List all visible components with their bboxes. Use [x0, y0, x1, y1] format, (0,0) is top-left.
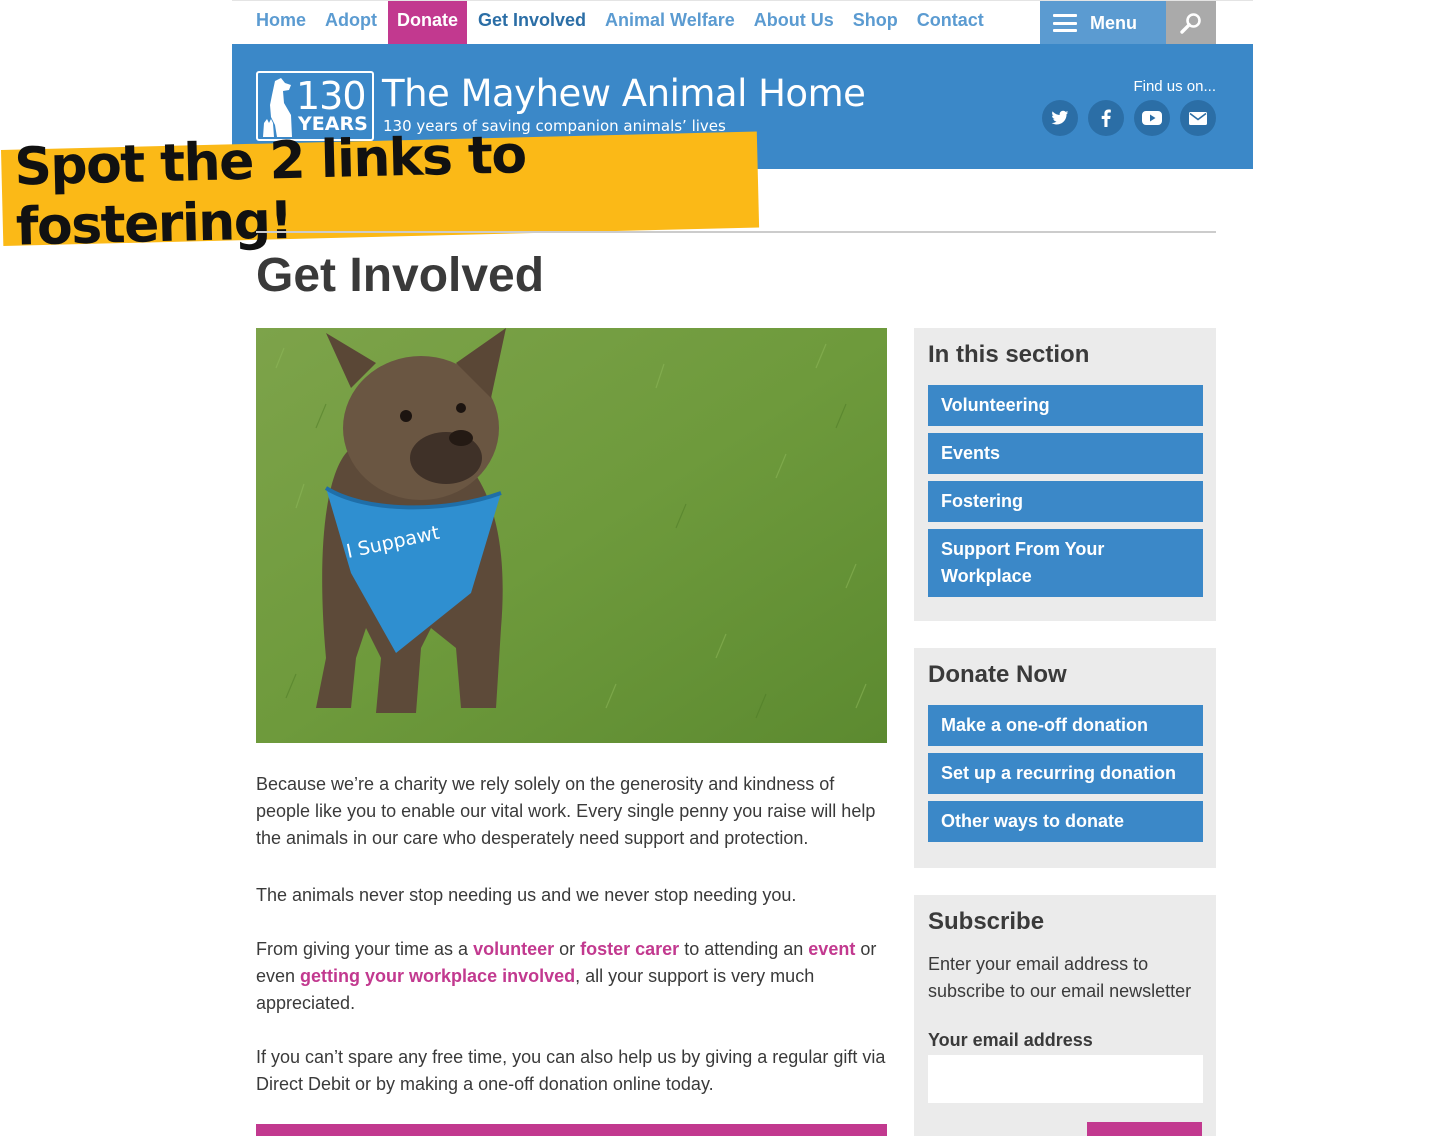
twitter-link[interactable]: [1042, 100, 1078, 136]
ways-text-3: to attending an: [679, 939, 809, 959]
page-title: Get Involved: [256, 249, 545, 302]
workplace-link[interactable]: getting your workplace involved: [300, 966, 575, 986]
email-link[interactable]: [1180, 100, 1216, 136]
facebook-icon: [1101, 109, 1111, 127]
twitter-icon: [1051, 110, 1069, 125]
ways-text-1: From giving your time as a: [256, 939, 474, 959]
search-icon: [1180, 13, 1201, 34]
donate-panel-title: Donate Now: [928, 661, 1067, 688]
section-nav-panel: In this section Volunteering Events Fost…: [914, 328, 1216, 621]
recurring-donation-link[interactable]: Set up a recurring donation: [928, 753, 1203, 794]
menu-button[interactable]: Menu: [1040, 1, 1166, 45]
find-us-label: Find us on...: [1133, 78, 1216, 95]
sidebar-item-workplace[interactable]: Support From Your Workplace: [928, 529, 1203, 597]
nav-donate[interactable]: Donate: [388, 1, 468, 45]
email-label: Your email address: [928, 1030, 1093, 1050]
callout-banner: Spot the 2 links to fostering!: [1, 125, 760, 258]
volunteer-link[interactable]: volunteer: [473, 939, 554, 959]
youtube-link[interactable]: [1134, 100, 1170, 136]
needs-paragraph: The animals never stop needing us and we…: [256, 885, 797, 905]
subscribe-description: Enter your email address to subscribe to…: [928, 954, 1192, 1001]
youtube-icon: [1142, 111, 1162, 125]
sidebar-item-fostering[interactable]: Fostering: [928, 481, 1203, 522]
donation-paragraph: If you can’t spare any free time, you ca…: [256, 1047, 886, 1094]
menu-label: Menu: [1090, 12, 1137, 33]
nav-adopt[interactable]: Adopt: [317, 1, 385, 45]
hero-photo-illustration: I Suppawt: [256, 328, 887, 743]
logo-number: 130: [296, 74, 367, 118]
sidebar-item-events[interactable]: Events: [928, 433, 1203, 474]
nav-get-involved[interactable]: Get Involved: [470, 1, 594, 45]
intro-paragraph: Because we’re a charity we rely solely o…: [256, 774, 876, 848]
dog-and-cat-logo-icon: [263, 78, 292, 137]
email-field[interactable]: [928, 1055, 1203, 1103]
hero-dog-photo: I Suppawt: [256, 328, 887, 743]
top-nav-links: Home Adopt Donate Get Involved Animal We…: [248, 1, 995, 45]
nav-contact[interactable]: Contact: [909, 1, 992, 45]
title-divider: [256, 231, 1216, 233]
foster-carer-link[interactable]: foster carer: [580, 939, 679, 959]
donate-cta-button[interactable]: [256, 1124, 887, 1136]
subscribe-title: Subscribe: [928, 908, 1045, 935]
site-title[interactable]: The Mayhew Animal Home: [382, 72, 866, 115]
one-off-donation-link[interactable]: Make a one-off donation: [928, 705, 1203, 746]
facebook-link[interactable]: [1088, 100, 1124, 136]
search-button[interactable]: [1166, 1, 1216, 45]
section-nav-title: In this section: [928, 341, 1090, 368]
event-link[interactable]: event: [808, 939, 855, 959]
nav-home[interactable]: Home: [248, 1, 314, 45]
nav-shop[interactable]: Shop: [845, 1, 906, 45]
other-ways-donate-link[interactable]: Other ways to donate: [928, 801, 1203, 842]
hamburger-icon: [1053, 14, 1077, 32]
email-icon: [1189, 111, 1207, 125]
subscribe-button[interactable]: [1087, 1122, 1202, 1136]
donate-panel: Donate Now Make a one-off donation Set u…: [914, 648, 1216, 868]
callout-banner-text: Spot the 2 links to fostering!: [13, 125, 527, 258]
ways-text-2: or: [554, 939, 581, 959]
social-links: [1032, 100, 1216, 136]
nav-animal-welfare[interactable]: Animal Welfare: [597, 1, 743, 45]
top-navigation: Home Adopt Donate Get Involved Animal We…: [232, 0, 1253, 45]
nav-about-us[interactable]: About Us: [746, 1, 842, 45]
ways-paragraph: From giving your time as a volunteer or …: [256, 936, 888, 1017]
sidebar-item-volunteering[interactable]: Volunteering: [928, 385, 1203, 426]
subscribe-panel: Subscribe Enter your email address to su…: [914, 895, 1216, 1136]
